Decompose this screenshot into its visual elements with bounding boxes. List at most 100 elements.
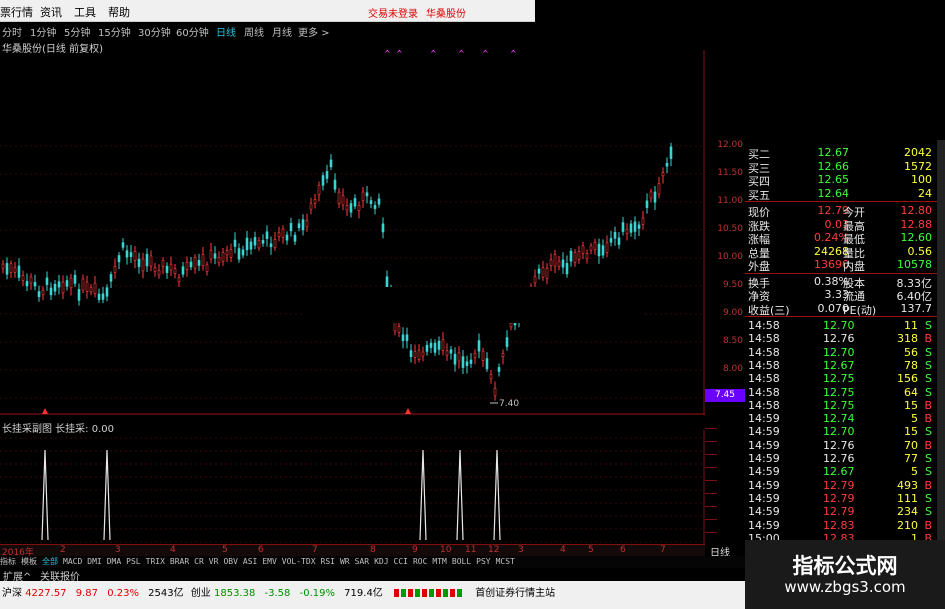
candle-body [277,232,281,237]
tick-row[interactable]: 14:59 12.79 493 B [748,479,932,492]
indicator-tab-[interactable]: 全部 [42,557,58,566]
tick-row[interactable]: 14:58 12.70 11 S [748,319,932,332]
panel-separator [745,201,937,202]
tick-row[interactable]: 14:58 12.75 64 S [748,386,932,399]
price-axis-label: 8.50 [722,336,743,346]
indicator-tab-emv[interactable]: EMV [262,557,276,566]
indicator-tab-[interactable]: 指标 [0,557,16,566]
bid-row[interactable]: 买五 12.64 24 [748,187,932,202]
tick-row[interactable]: 14:59 12.67 5 S [748,465,932,478]
candle-body [413,351,417,358]
event-marker: × [430,50,437,55]
tick-row[interactable]: 14:59 12.74 5 B [748,412,932,425]
price-axis-label: 10.50 [717,224,743,234]
menu-help[interactable]: 帮助 [108,4,130,20]
sub-indicator-chart[interactable] [0,430,705,544]
tick-row[interactable]: 14:58 12.67 78 S [748,359,932,372]
indicator-tab-sar[interactable]: SAR [355,557,369,566]
candle-body [553,254,557,267]
tick-row[interactable]: 14:59 12.76 77 S [748,452,932,465]
candle-body [353,198,357,207]
tick-time: 14:59 [748,425,780,439]
server-site[interactable]: 首创证券行情主站 [475,588,555,599]
date-axis-label: 4 [170,545,176,555]
indicator-tab-wr[interactable]: WR [340,557,350,566]
tick-price: 12.79 [823,491,855,505]
tick-row[interactable]: 14:59 12.76 70 B [748,439,932,452]
period-tab-60min[interactable]: 60分钟 [176,24,209,39]
tick-direction: B [924,518,932,532]
candle-body [409,350,413,357]
tick-volume: 78 [904,358,918,372]
indicator-tab-cr[interactable]: CR [194,557,204,566]
indicator-tab-trix[interactable]: TRIX [146,557,165,566]
menu-tools[interactable]: 工具 [74,4,96,20]
tick-row[interactable]: 14:58 12.70 56 S [748,346,932,359]
tick-direction: S [925,465,932,479]
bid-price: 12.65 [817,173,850,186]
tick-row[interactable]: 14:59 12.70 15 S [748,425,932,438]
indicator-tab-macd[interactable]: MACD [63,557,82,566]
indicator-tab-psy[interactable]: PSY [476,557,490,566]
period-tab-1min[interactable]: 1分钟 [30,24,56,39]
tick-price: 12.79 [823,478,855,492]
indicator-tab-cci[interactable]: CCI [394,557,408,566]
candle-body [569,250,573,262]
candle-body [269,243,273,248]
candle-body [145,253,149,267]
index1-amount: 2543亿 [148,588,184,599]
tick-direction: B [924,438,932,452]
indicator-tab-mcst[interactable]: MCST [496,557,515,566]
indicator-tab-brar[interactable]: BRAR [170,557,189,566]
tick-row[interactable]: 14:59 12.79 111 S [748,492,932,505]
tick-time: 14:58 [748,345,780,359]
indicator-tab-psl[interactable]: PSL [126,557,140,566]
candle-body [1,263,5,269]
indicator-tab-voltdx[interactable]: VOL-TDX [282,557,316,566]
indicator-tab-asi[interactable]: ASI [243,557,257,566]
bid-volume: 1572 [904,159,932,173]
indicator-tab-dmi[interactable]: DMI [87,557,101,566]
tick-row[interactable]: 14:58 12.75 156 S [748,372,932,385]
tick-row[interactable]: 14:59 12.83 210 B [748,519,932,532]
bid-row[interactable]: 买三 12.66 1572 [748,159,932,175]
candle-body [605,242,609,253]
tick-row[interactable]: 14:59 12.79 234 S [748,505,932,518]
menu-news[interactable]: 资讯 [40,4,62,20]
period-tab-monthly[interactable]: 月线 [272,24,292,39]
candle-body [457,352,461,362]
period-tab-15min[interactable]: 15分钟 [98,24,131,39]
bid-row[interactable]: 买四 12.65 100 [748,173,932,188]
candle-body [585,253,589,260]
candle-body [609,238,613,243]
quote-scrollbar[interactable] [937,140,945,544]
tick-row[interactable]: 14:58 12.76 318 B [748,332,932,345]
period-tab-weekly[interactable]: 周线 [244,24,264,39]
tick-volume: 15 [904,398,918,412]
index2-change: -3.58 [264,588,291,599]
period-tab-more[interactable]: 更多 > [298,24,330,39]
indicator-tab-roc[interactable]: ROC [413,557,427,566]
indicator-tab-dma[interactable]: DMA [107,557,121,566]
tick-volume: 5 [911,412,918,426]
period-tab-daily[interactable]: 日线 [216,24,236,39]
date-axis-label: 5 [588,545,594,555]
indicator-tab-[interactable]: 模板 [21,557,37,566]
indicator-tab-mtm[interactable]: MTM [432,557,446,566]
tick-row[interactable]: 14:58 12.75 15 B [748,399,932,412]
indicator-tab-boll[interactable]: BOLL [452,557,471,566]
period-tab-timeshare[interactable]: 分时 [2,24,22,39]
indicator-tab-kdj[interactable]: KDJ [374,557,388,566]
indicator-tab-rsi[interactable]: RSI [321,557,335,566]
candlestick-chart[interactable]: × × × × × × 7.40 [0,50,705,415]
menu-quotes[interactable]: 票行情 [0,4,33,20]
indicator-tab-obv[interactable]: OBV [223,557,237,566]
trade-status[interactable]: 交易未登录 [368,5,418,20]
bid-volume: 100 [911,173,932,186]
bid-row[interactable]: 买二 12.67 2042 [748,146,932,161]
indicator-tab-vr[interactable]: VR [209,557,219,566]
period-tab-30min[interactable]: 30分钟 [138,24,171,39]
tick-price: 12.67 [823,465,855,479]
sub-tabs: 扩展^ 关联报价 [0,568,745,583]
period-tab-5min[interactable]: 5分钟 [64,24,90,39]
